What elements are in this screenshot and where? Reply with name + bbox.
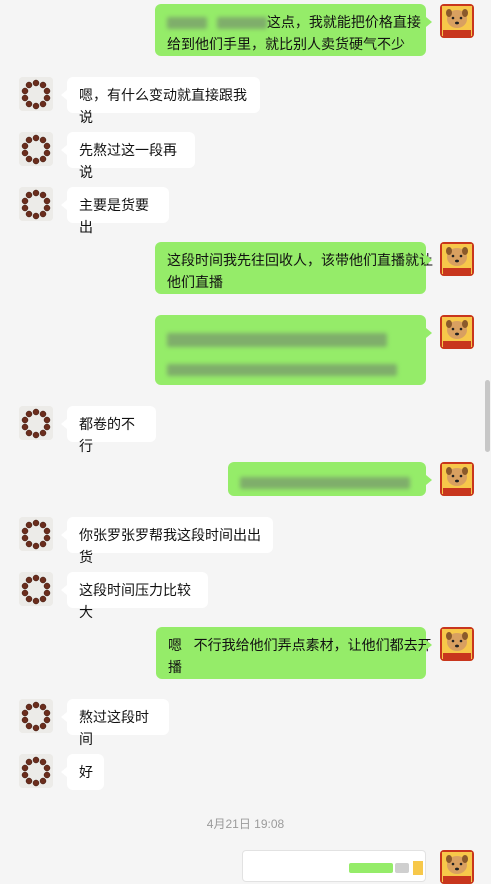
bead-bracelet-icon <box>19 132 53 166</box>
message-bubble-m7[interactable]: 都卷的不行 <box>61 406 156 454</box>
message-bubble-m6[interactable] <box>155 315 432 385</box>
message-bubble-m2[interactable]: 嗯，有什么变动就直接跟我说 <box>61 77 260 125</box>
redacted-text <box>167 17 207 30</box>
message-bubble-m11[interactable]: 嗯 不行我给他们弄点素材，让他们都去开 播 <box>156 627 432 679</box>
timestamp-divider: 4月21日 19:08 <box>206 817 285 831</box>
preview-thumbnail <box>413 861 423 875</box>
dog-avatar-icon <box>440 242 474 276</box>
message-text: 这段时间我先往回收人，该带他们直播就让 <box>167 252 433 268</box>
dog-avatar-icon <box>440 462 474 496</box>
redacted-text <box>167 333 387 348</box>
avatar-self[interactable] <box>440 850 474 884</box>
message-bubble-m9[interactable]: 你张罗张罗帮我这段时间出出货 <box>61 517 273 565</box>
avatar-contact[interactable] <box>19 77 53 111</box>
message-bubble-m3[interactable]: 先熬过这一段再说 <box>61 132 195 180</box>
bead-bracelet-icon <box>19 77 53 111</box>
message-bubble-m5[interactable]: 这段时间我先往回收人，该带他们直播就让 他们直播 <box>155 242 433 294</box>
avatar-self[interactable] <box>440 4 474 38</box>
message-text: 嗯 不行我给他们弄点素材，让他们都去开 <box>168 637 432 653</box>
bead-bracelet-icon <box>19 699 53 733</box>
message-bubble-m12[interactable]: 熬过这段时间 <box>61 699 169 747</box>
message-text: 播 <box>168 659 182 675</box>
avatar-contact[interactable] <box>19 517 53 551</box>
avatar-self[interactable] <box>440 627 474 661</box>
bead-bracelet-icon <box>19 754 53 788</box>
bead-bracelet-icon <box>19 187 53 221</box>
preview-thumbnail <box>395 863 409 873</box>
dog-avatar-icon <box>440 627 474 661</box>
bead-bracelet-icon <box>19 572 53 606</box>
message-text: 这点，我就能把价格直接 <box>266 14 421 30</box>
dog-avatar-icon <box>440 4 474 38</box>
message-text: 这段时间压力比较大 <box>79 582 191 620</box>
avatar-contact[interactable] <box>19 699 53 733</box>
scrollbar-thumb[interactable] <box>485 380 490 452</box>
message-text: 主要是货要出 <box>79 197 149 235</box>
message-text: 给到他们手里，就比别人卖货硬气不少 <box>167 36 405 52</box>
message-text: 他们直播 <box>167 274 223 290</box>
image-message-preview[interactable] <box>242 850 426 882</box>
message-text: 先熬过这一段再说 <box>79 142 177 180</box>
message-text: 嗯，有什么变动就直接跟我说 <box>79 87 247 125</box>
dog-avatar-icon <box>440 850 474 884</box>
avatar-self[interactable] <box>440 462 474 496</box>
message-text: 都卷的不行 <box>79 416 135 454</box>
dog-avatar-icon <box>440 315 474 349</box>
bead-bracelet-icon <box>19 517 53 551</box>
redacted-text <box>167 364 397 377</box>
message-text: 熬过这段时间 <box>79 709 149 747</box>
message-bubble-m10[interactable]: 这段时间压力比较大 <box>61 572 208 620</box>
message-text: 你张罗张罗帮我这段时间出出货 <box>79 527 261 565</box>
avatar-contact[interactable] <box>19 187 53 221</box>
avatar-contact[interactable] <box>19 572 53 606</box>
message-bubble-m13[interactable]: 好 <box>61 754 104 790</box>
preview-thumbnail <box>349 863 393 873</box>
message-bubble-m1[interactable]: 这点，我就能把价格直接 给到他们手里，就比别人卖货硬气不少 <box>155 4 432 56</box>
avatar-self[interactable] <box>440 242 474 276</box>
message-bubble-m8[interactable] <box>228 462 432 496</box>
redacted-text <box>240 477 410 490</box>
message-text: 好 <box>79 764 93 780</box>
avatar-contact[interactable] <box>19 132 53 166</box>
avatar-contact[interactable] <box>19 406 53 440</box>
avatar-self[interactable] <box>440 315 474 349</box>
bead-bracelet-icon <box>19 406 53 440</box>
message-bubble-m4[interactable]: 主要是货要出 <box>61 187 169 235</box>
avatar-contact[interactable] <box>19 754 53 788</box>
redacted-text <box>216 17 267 30</box>
